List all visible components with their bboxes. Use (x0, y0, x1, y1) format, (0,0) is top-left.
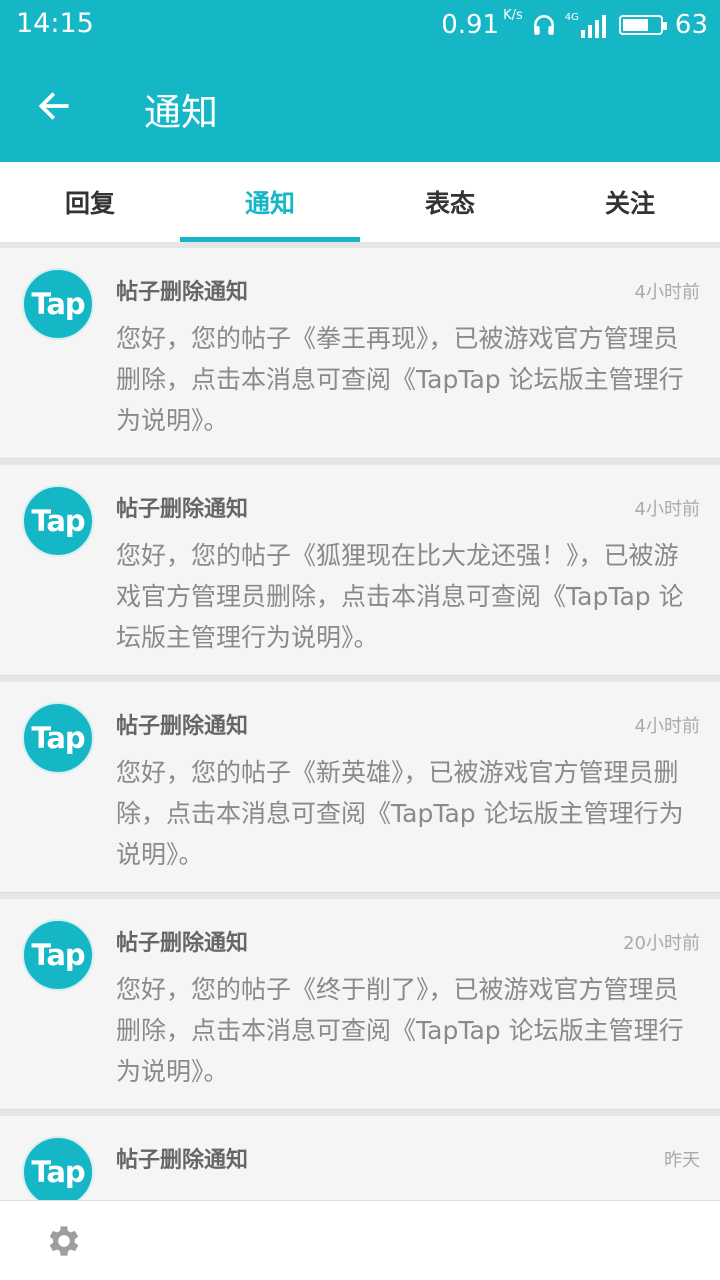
settings-button[interactable] (44, 1221, 84, 1261)
bottom-bar (0, 1200, 720, 1280)
arrow-left-icon (38, 92, 69, 120)
taptap-avatar[interactable]: Tap (22, 702, 94, 774)
notification-time: 20小时前 (623, 933, 700, 954)
status-bar: 14:15 0.91 K/s 4G 63 (0, 0, 720, 50)
notification-item[interactable]: Tap 帖子删除通知 4小时前 您好，您的帖子《新英雄》，已被游戏官方管理员删除… (0, 676, 720, 893)
back-button[interactable] (24, 80, 84, 132)
notification-title: 帖子删除通知 (116, 497, 249, 522)
notification-title: 帖子删除通知 (116, 280, 249, 305)
notification-item[interactable]: Tap 帖子删除通知 20小时前 您好，您的帖子《终于削了》，已被游戏官方管理员… (0, 893, 720, 1110)
notification-title: 帖子删除通知 (116, 714, 249, 739)
notification-body: 您好，您的帖子《狐狸现在比大龙还强！》，已被游戏官方管理员删除，点击本消息可查阅… (116, 541, 684, 652)
notification-time: 4小时前 (634, 499, 700, 520)
notification-body: 您好，您的帖子《新英雄》，已被游戏官方管理员删除，点击本消息可查阅《TapTap… (116, 758, 684, 869)
notification-title: 帖子删除通知 (116, 1148, 249, 1173)
notification-item[interactable]: Tap 帖子删除通知 4小时前 您好，您的帖子《狐狸现在比大龙还强！》，已被游戏… (0, 459, 720, 676)
notification-item[interactable]: Tap 帖子删除通知 昨天 (0, 1110, 720, 1200)
notification-body: 您好，您的帖子《拳王再现》，已被游戏官方管理员删除，点击本消息可查阅《TapTa… (116, 324, 684, 435)
tab-following[interactable]: 关注 (540, 162, 720, 242)
taptap-avatar[interactable]: Tap (22, 268, 94, 340)
network-type-label: 4G (564, 12, 579, 23)
notification-body: 您好，您的帖子《终于削了》，已被游戏官方管理员删除，点击本消息可查阅《TapTa… (116, 975, 684, 1086)
notification-time: 昨天 (664, 1150, 700, 1171)
network-speed-unit: K/s (503, 8, 523, 23)
tab-bar: 回复 通知 表态 关注 (0, 162, 720, 242)
status-indicators: 0.91 K/s 4G 63 (441, 8, 708, 42)
notification-time: 4小时前 (634, 282, 700, 303)
notification-item[interactable]: Tap 帖子删除通知 4小时前 您好，您的帖子《拳王再现》，已被游戏官方管理员删… (0, 242, 720, 459)
notification-title: 帖子删除通知 (116, 931, 249, 956)
network-type: 4G (565, 12, 611, 38)
notification-list: Tap 帖子删除通知 4小时前 您好，您的帖子《拳王再现》，已被游戏官方管理员删… (0, 242, 720, 1200)
tab-reactions[interactable]: 表态 (360, 162, 540, 242)
headphones-icon (533, 15, 554, 35)
page-title: 通知 (144, 91, 218, 134)
notification-time: 4小时前 (634, 716, 700, 737)
signal-icon (580, 15, 606, 38)
app-bar: 通知 (0, 50, 720, 162)
gear-icon (49, 1226, 79, 1256)
battery-level: 63 (674, 10, 708, 40)
taptap-avatar[interactable]: Tap (22, 1136, 94, 1200)
taptap-avatar[interactable]: Tap (22, 485, 94, 557)
taptap-avatar[interactable]: Tap (22, 919, 94, 991)
tab-notifications[interactable]: 通知 (180, 162, 360, 242)
network-speed-value: 0.91 (441, 10, 500, 40)
network-speed: 0.91 K/s (441, 8, 523, 40)
status-time: 14:15 (16, 8, 94, 39)
tab-replies[interactable]: 回复 (0, 162, 180, 242)
battery-icon (618, 15, 667, 35)
